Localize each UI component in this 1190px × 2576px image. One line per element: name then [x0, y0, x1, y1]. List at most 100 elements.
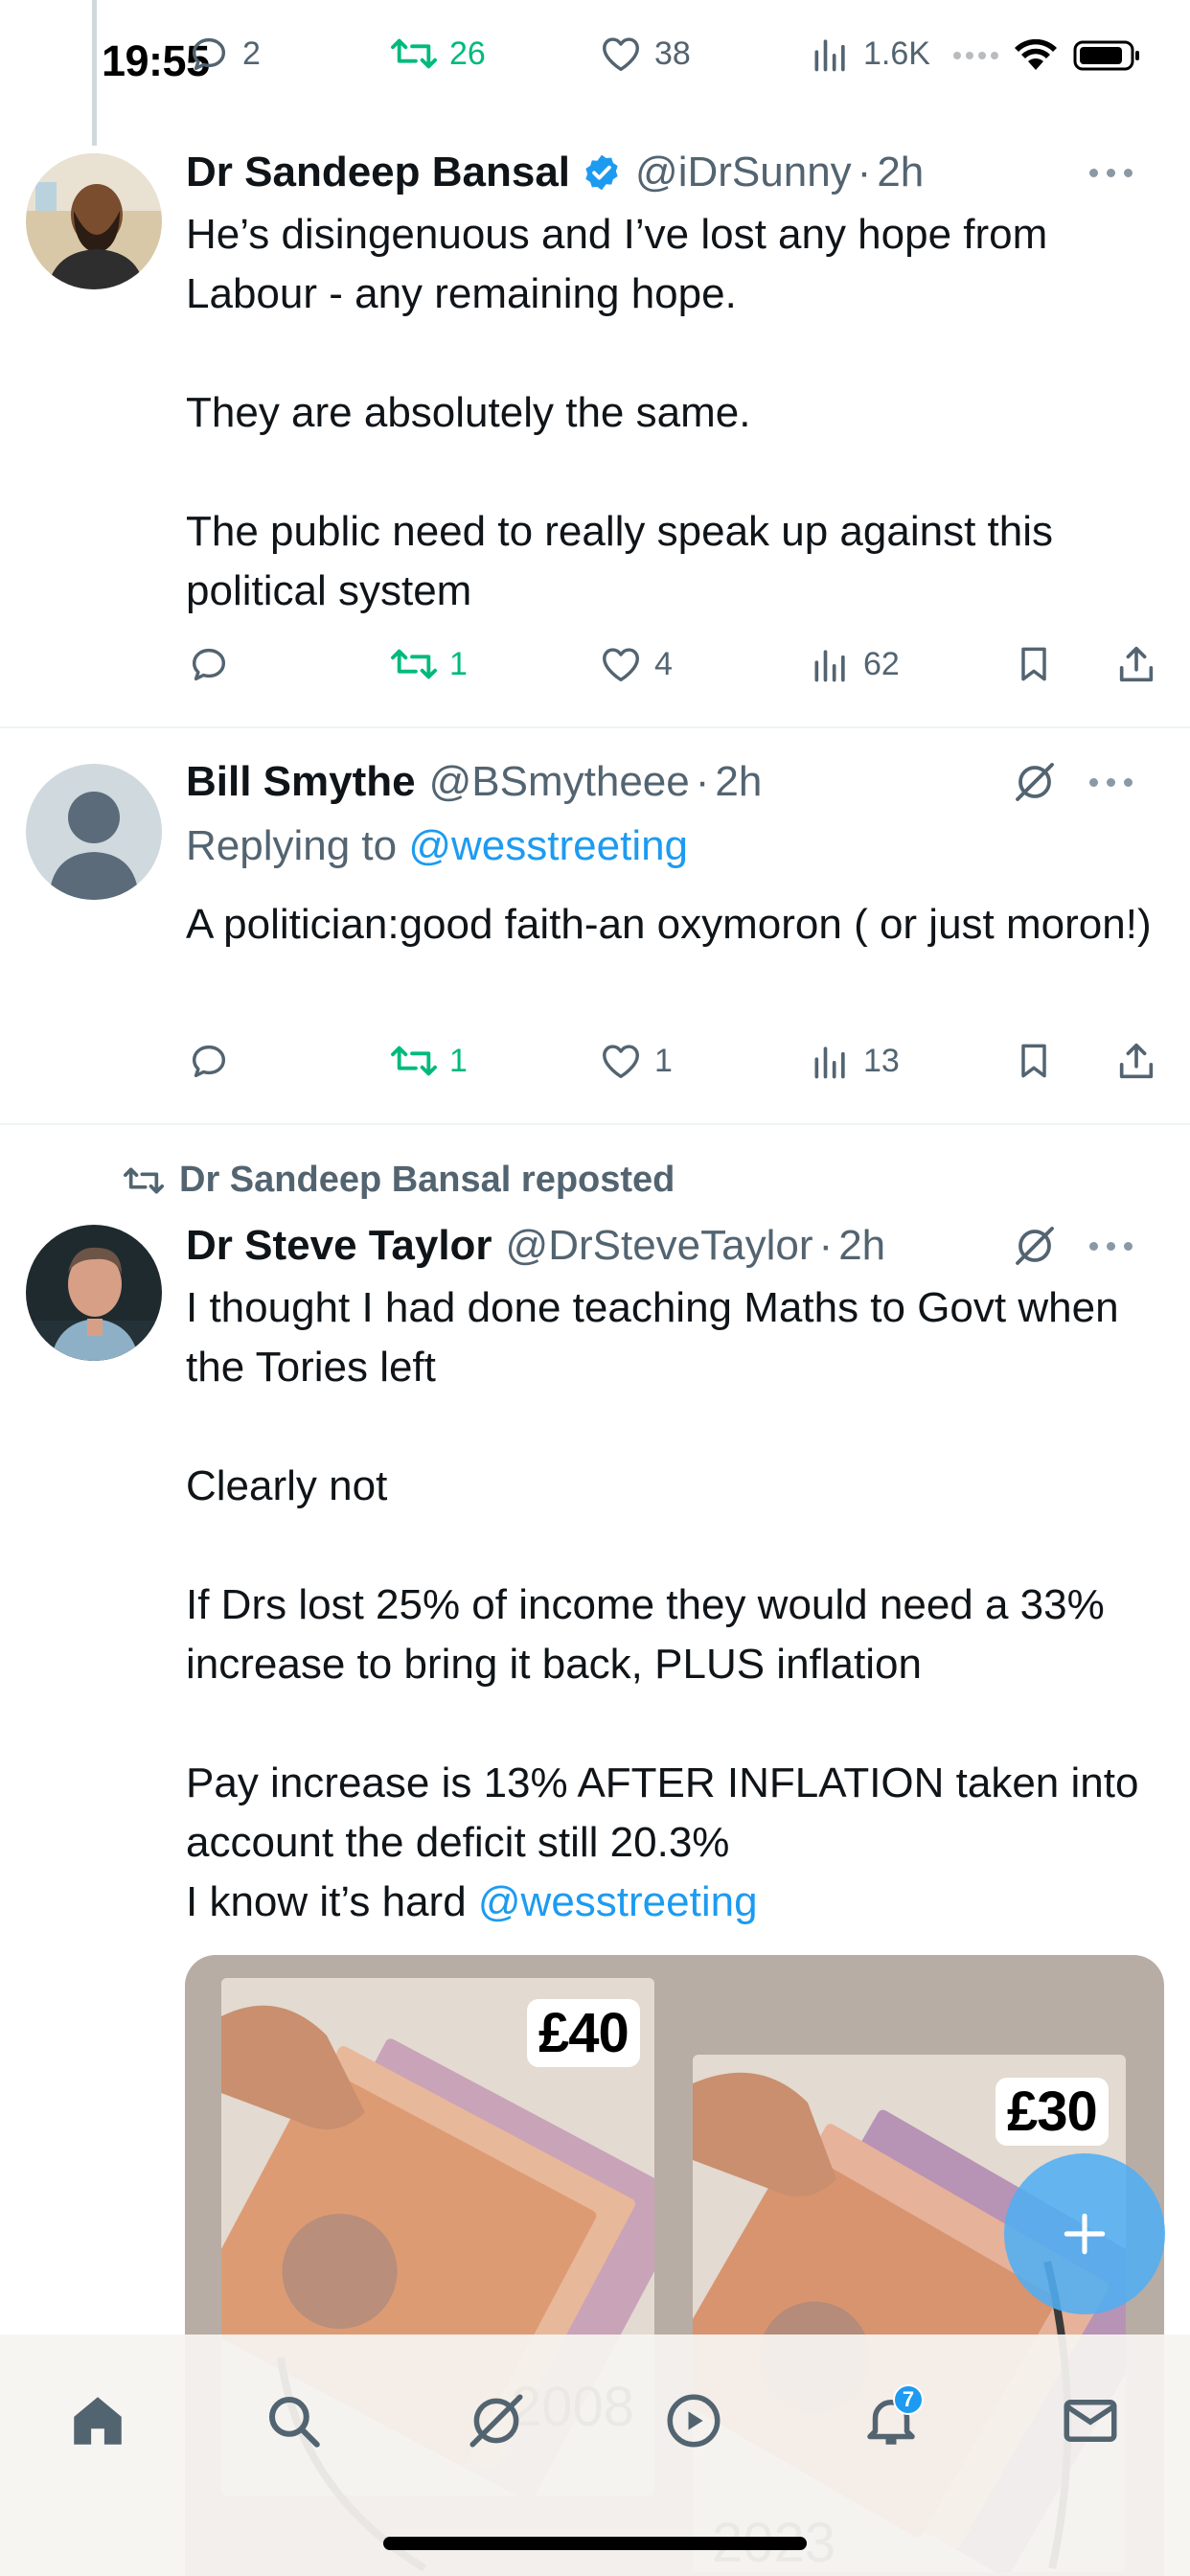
- like-count: 38: [654, 34, 691, 72]
- tweet-header: Bill Smythe @BSmytheee · 2h: [186, 753, 1161, 811]
- repost-icon: [391, 1046, 437, 1076]
- like-button[interactable]: 4: [599, 635, 673, 693]
- mail-icon: [1064, 2400, 1117, 2442]
- nav-search[interactable]: [255, 2382, 332, 2459]
- repost-button[interactable]: 26: [390, 25, 486, 82]
- views-button[interactable]: 62: [810, 635, 900, 693]
- tweet-paragraph: [186, 443, 1163, 502]
- reply-count: 2: [242, 34, 261, 72]
- share-icon: [1119, 1043, 1154, 1079]
- grok-icon[interactable]: [1012, 1223, 1058, 1269]
- divider: [0, 1123, 1190, 1125]
- grok-nav-icon: [469, 2394, 523, 2448]
- display-name[interactable]: Dr Sandeep Bansal: [186, 149, 570, 196]
- tweet-paragraph: Pay increase is 13% AFTER INFLATION take…: [186, 1760, 1139, 1866]
- search-icon: [268, 2396, 320, 2448]
- timestamp[interactable]: 2h: [877, 149, 924, 196]
- views-icon: [814, 39, 845, 72]
- tweet-paragraph: [186, 1397, 1163, 1457]
- more-icon[interactable]: [1089, 168, 1133, 177]
- views-button[interactable]: 13: [810, 1032, 900, 1090]
- tweet-paragraph: [186, 324, 1163, 383]
- home-icon: [74, 2397, 122, 2445]
- timestamp[interactable]: 2h: [715, 758, 762, 806]
- replying-prefix: Replying to: [186, 822, 409, 869]
- replying-handle-link[interactable]: @wesstreeting: [408, 822, 688, 869]
- nav-messages[interactable]: [1052, 2382, 1129, 2459]
- repost-icon: [391, 38, 437, 69]
- notifications-badge: 7: [893, 2384, 924, 2415]
- divider: [0, 726, 1190, 728]
- more-icon[interactable]: [1089, 777, 1133, 787]
- bookmark-button[interactable]: [1013, 635, 1055, 693]
- repost-icon: [124, 1167, 165, 1193]
- replying-to: Replying to @wesstreeting: [186, 822, 688, 870]
- avatar-sandeep[interactable]: [26, 153, 162, 289]
- tweet-paragraph: They are absolutely the same.: [186, 389, 751, 436]
- reply-button[interactable]: [187, 635, 231, 693]
- views-count: 13: [863, 1042, 900, 1079]
- reply-button[interactable]: [187, 1032, 231, 1090]
- tweet-paragraph: A politician:good faith-an oxymoron ( or…: [186, 901, 1152, 948]
- repost-button[interactable]: 1: [390, 1032, 468, 1090]
- views-icon: [814, 650, 845, 682]
- tweet-paragraph: I know it’s hard @wesstreeting: [186, 1873, 1163, 1932]
- tweet-action-bar: 1 1 13: [187, 1032, 1162, 1090]
- bookmark-button[interactable]: [1013, 1032, 1055, 1090]
- repost-button[interactable]: 1: [390, 635, 468, 693]
- tweet-text: He’s disingenuous and I’ve lost any hope…: [186, 205, 1163, 621]
- avatar-steve[interactable]: [26, 1225, 162, 1361]
- tweet-header: Dr Steve Taylor @DrSteveTaylor · 2h: [186, 1217, 1161, 1275]
- display-name[interactable]: Dr Steve Taylor: [186, 1222, 492, 1270]
- repost-icon: [391, 649, 437, 679]
- like-button[interactable]: 38: [599, 25, 691, 82]
- handle[interactable]: @BSmytheee: [429, 758, 690, 806]
- share-button[interactable]: [1114, 1032, 1158, 1090]
- bookmark-icon: [1021, 1044, 1046, 1078]
- views-icon: [814, 1046, 845, 1079]
- mention-link[interactable]: @wesstreeting: [478, 1878, 758, 1925]
- tweet-paragraph: I thought I had done teaching Maths to G…: [186, 1284, 1119, 1391]
- tweet-paragraph: Clearly not: [186, 1462, 388, 1509]
- views-button[interactable]: 1.6K: [810, 25, 930, 82]
- repost-count: 1: [449, 645, 468, 682]
- views-count: 1.6K: [863, 34, 930, 72]
- compose-button[interactable]: [1004, 2153, 1165, 2314]
- reply-icon: [192, 37, 226, 71]
- tweet-paragraph: [186, 1516, 1163, 1576]
- share-icon: [1119, 646, 1154, 682]
- repost-count: 26: [449, 34, 486, 72]
- like-button[interactable]: 1: [599, 1032, 673, 1090]
- more-icon[interactable]: [1089, 1241, 1133, 1251]
- home-indicator: [383, 2537, 807, 2550]
- reposted-by-label[interactable]: Dr Sandeep Bansal reposted: [179, 1160, 675, 1201]
- nav-home[interactable]: [59, 2382, 136, 2459]
- handle[interactable]: @DrSteveTaylor: [506, 1222, 813, 1270]
- reply-button[interactable]: 2: [187, 25, 261, 82]
- avatar-bill[interactable]: [26, 764, 162, 900]
- share-button[interactable]: [1114, 635, 1158, 693]
- nav-notifications[interactable]: 7: [853, 2382, 929, 2459]
- repost-context: Dr Sandeep Bansal reposted: [122, 1160, 675, 1201]
- reply-icon: [192, 1045, 226, 1078]
- separator: ·: [857, 149, 872, 196]
- like-icon: [603, 648, 639, 682]
- tweet-action-bar: 1 4 62: [187, 635, 1162, 693]
- grok-icon[interactable]: [1012, 759, 1058, 805]
- tweet-paragraph: [186, 1694, 1163, 1754]
- display-name[interactable]: Bill Smythe: [186, 758, 416, 806]
- play-icon: [667, 2394, 721, 2448]
- handle[interactable]: @iDrSunny: [635, 149, 852, 196]
- nav-videos[interactable]: [655, 2382, 732, 2459]
- like-icon: [603, 37, 639, 72]
- last-line-text: I know it’s hard: [186, 1878, 478, 1925]
- timestamp[interactable]: 2h: [838, 1222, 885, 1270]
- nav-grok[interactable]: [458, 2382, 535, 2459]
- like-icon: [603, 1045, 639, 1079]
- like-count: 4: [654, 645, 673, 682]
- like-count: 1: [654, 1042, 673, 1079]
- tweet-paragraph: The public need to really speak up again…: [186, 508, 1054, 614]
- tweet-text: I thought I had done teaching Maths to G…: [186, 1278, 1163, 1932]
- thread-connector: [92, 0, 97, 146]
- tweet-paragraph: If Drs lost 25% of income they would nee…: [186, 1581, 1105, 1688]
